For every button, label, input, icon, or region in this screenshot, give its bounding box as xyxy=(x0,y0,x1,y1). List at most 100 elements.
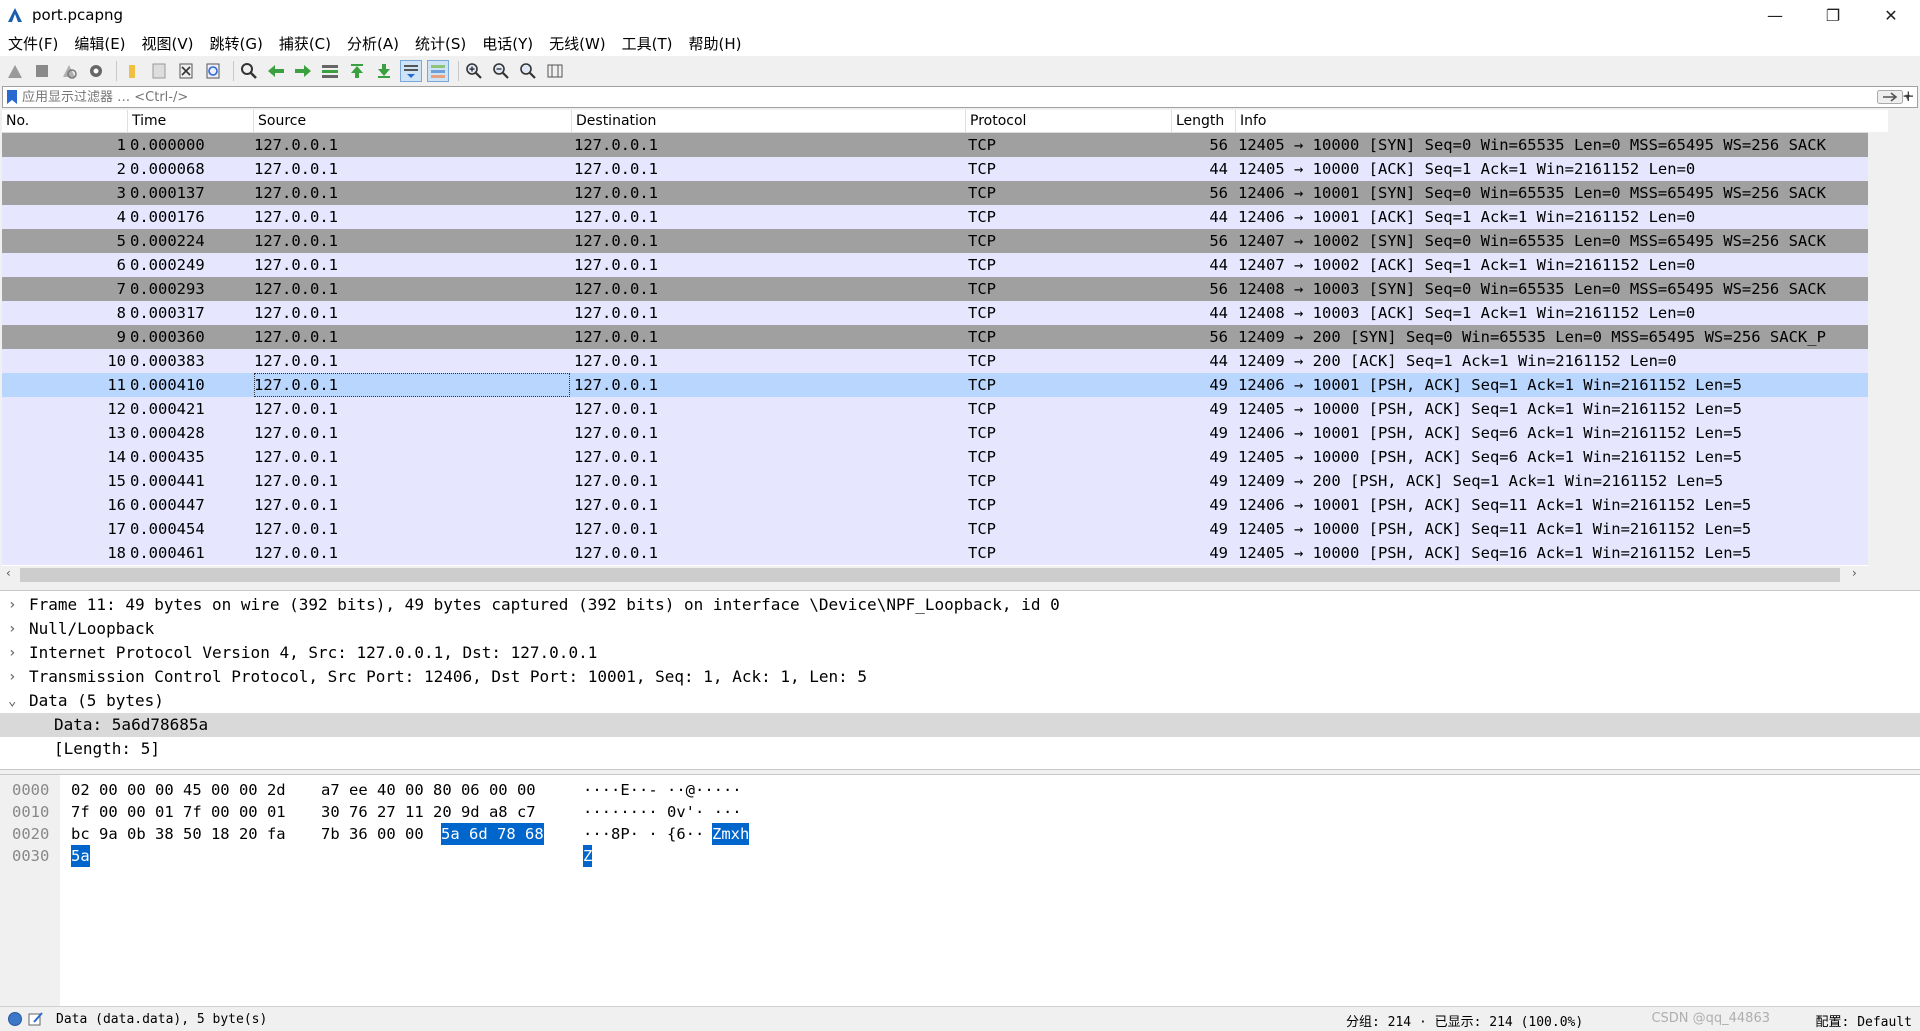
close-file-icon[interactable] xyxy=(175,60,197,82)
vertical-scrollbar-thumb[interactable] xyxy=(1870,134,1886,564)
packet-row[interactable]: 1 0.000000 127.0.0.1 127.0.0.1 TCP 56 12405 → … xyxy=(2,133,1868,157)
packet-row[interactable]: 7 0.000293 127.0.0.1 127.0.0.1 TCP 56 12408 → … xyxy=(2,277,1868,301)
menu-help[interactable]: 帮助(H) xyxy=(681,33,750,54)
ascii-text[interactable]: ········ 0v'· ··· xyxy=(583,801,742,823)
packet-protocol: TCP xyxy=(968,256,996,274)
column-header-protocol[interactable]: Protocol xyxy=(966,110,1172,132)
packet-list-horizontal-scrollbar[interactable]: ‹ › xyxy=(0,566,1888,584)
colorize-icon[interactable] xyxy=(427,60,449,82)
packet-row[interactable]: 18 0.000461 127.0.0.1 127.0.0.1 TCP 49 12405 →… xyxy=(2,541,1868,565)
expand-arrow-icon[interactable]: › xyxy=(8,665,22,689)
packet-row[interactable]: 14 0.000435 127.0.0.1 127.0.0.1 TCP 49 12405 →… xyxy=(2,445,1868,469)
apply-filter-arrow-icon[interactable] xyxy=(1877,90,1903,104)
hex-group-1[interactable]: bc 9a 0b 38 50 18 20 fa xyxy=(71,823,286,845)
hex-highlighted-bytes[interactable]: 5a xyxy=(71,845,90,867)
packet-row[interactable]: 12 0.000421 127.0.0.1 127.0.0.1 TCP 49 12405 →… xyxy=(2,397,1868,421)
hex-highlighted-bytes[interactable]: 5a 6d 78 68 xyxy=(441,823,544,845)
menu-statistics[interactable]: 统计(S) xyxy=(407,33,474,54)
packet-row[interactable]: 16 0.000447 127.0.0.1 127.0.0.1 TCP 49 12406 →… xyxy=(2,493,1868,517)
menu-wireless[interactable]: 无线(W) xyxy=(541,33,614,54)
restore-button[interactable]: ❐ xyxy=(1804,0,1862,30)
collapse-arrow-icon[interactable]: ⌄ xyxy=(8,689,22,713)
last-packet-icon[interactable] xyxy=(373,60,395,82)
packet-row[interactable]: 17 0.000454 127.0.0.1 127.0.0.1 TCP 49 12405 →… xyxy=(2,517,1868,541)
minimize-button[interactable]: — xyxy=(1746,0,1804,30)
find-packet-icon[interactable] xyxy=(238,60,260,82)
menu-edit[interactable]: 编辑(E) xyxy=(66,33,133,54)
hex-group-1[interactable]: 02 00 00 00 45 00 00 2d xyxy=(71,779,286,801)
column-header-time[interactable]: Time xyxy=(128,110,254,132)
save-file-icon[interactable] xyxy=(148,60,170,82)
scroll-right-icon[interactable]: › xyxy=(1852,566,1857,580)
packet-minimap[interactable] xyxy=(1868,110,1888,132)
first-packet-icon[interactable] xyxy=(346,60,368,82)
close-button[interactable]: ✕ xyxy=(1862,0,1920,30)
zoom-out-icon[interactable] xyxy=(490,60,512,82)
packet-list-vertical-scrollbar[interactable] xyxy=(1868,110,1888,566)
detail-tree-item[interactable]: › Internet Protocol Version 4, Src: 127.0… xyxy=(0,641,1920,665)
packet-row[interactable]: 5 0.000224 127.0.0.1 127.0.0.1 TCP 56 12407 → … xyxy=(2,229,1868,253)
packet-row[interactable]: 4 0.000176 127.0.0.1 127.0.0.1 TCP 44 12406 → … xyxy=(2,205,1868,229)
scroll-left-icon[interactable]: ‹ xyxy=(6,566,11,580)
zoom-in-icon[interactable] xyxy=(463,60,485,82)
ascii-text[interactable]: ···8P· · {6·· xyxy=(583,823,704,845)
packet-bytes-pane: 0000 02 00 00 00 45 00 00 2d a7 ee 40 00 8… xyxy=(0,774,1920,1007)
hex-group-2[interactable]: a7 ee 40 00 80 06 00 00 xyxy=(321,779,536,801)
expand-arrow-icon[interactable]: › xyxy=(8,617,22,641)
open-file-icon[interactable] xyxy=(121,60,143,82)
zoom-normal-icon[interactable] xyxy=(517,60,539,82)
add-filter-button[interactable]: + xyxy=(1902,87,1915,105)
detail-tree-item[interactable]: › Null/Loopback xyxy=(0,617,1920,641)
hex-group-2[interactable]: 30 76 27 11 20 9d a8 c7 xyxy=(321,801,536,823)
packet-row[interactable]: 3 0.000137 127.0.0.1 127.0.0.1 TCP 56 12406 → … xyxy=(2,181,1868,205)
hex-group-1[interactable]: 7f 00 00 01 7f 00 00 01 xyxy=(71,801,286,823)
column-header-no[interactable]: No. xyxy=(2,110,128,132)
expand-arrow-icon[interactable]: › xyxy=(8,641,22,665)
packet-row[interactable]: 15 0.000441 127.0.0.1 127.0.0.1 TCP 49 12409 →… xyxy=(2,469,1868,493)
expert-info-icon[interactable] xyxy=(8,1012,22,1026)
detail-tree-item[interactable]: › Transmission Control Protocol, Src Port… xyxy=(0,665,1920,689)
column-header-source[interactable]: Source xyxy=(254,110,572,132)
menu-file[interactable]: 文件(F) xyxy=(0,33,66,54)
detail-tree-item[interactable]: ⌄ Data (5 bytes) xyxy=(0,689,1920,713)
reload-file-icon[interactable] xyxy=(202,60,224,82)
bookmark-icon[interactable] xyxy=(6,89,18,105)
packet-row[interactable]: 11 0.000410 127.0.0.1 127.0.0.1 TCP 49 12406 →… xyxy=(2,373,1868,397)
capture-comment-icon[interactable] xyxy=(28,1011,44,1027)
profile-status[interactable]: 配置: Default xyxy=(1816,1011,1912,1030)
resize-columns-icon[interactable] xyxy=(544,60,566,82)
menu-capture[interactable]: 捕获(C) xyxy=(271,33,339,54)
autoscroll-icon[interactable] xyxy=(400,60,422,82)
packet-row[interactable]: 13 0.000428 127.0.0.1 127.0.0.1 TCP 49 12406 →… xyxy=(2,421,1868,445)
packet-row[interactable]: 9 0.000360 127.0.0.1 127.0.0.1 TCP 56 12409 → … xyxy=(2,325,1868,349)
packet-row[interactable]: 10 0.000383 127.0.0.1 127.0.0.1 TCP 44 12409 →… xyxy=(2,349,1868,373)
detail-tree-item[interactable]: Data: 5a6d78685a xyxy=(0,713,1920,737)
expand-arrow-icon[interactable]: › xyxy=(8,593,22,617)
menu-telephony[interactable]: 电话(Y) xyxy=(474,33,541,54)
restart-capture-icon[interactable] xyxy=(58,60,80,82)
column-header-destination[interactable]: Destination xyxy=(572,110,966,132)
packet-row[interactable]: 2 0.000068 127.0.0.1 127.0.0.1 TCP 44 12405 → … xyxy=(2,157,1868,181)
go-forward-icon[interactable] xyxy=(292,60,314,82)
packet-row[interactable]: 6 0.000249 127.0.0.1 127.0.0.1 TCP 44 12407 → … xyxy=(2,253,1868,277)
shark-fin-start-icon[interactable] xyxy=(4,60,26,82)
detail-tree-item[interactable]: [Length: 5] xyxy=(0,737,1920,761)
menu-go[interactable]: 跳转(G) xyxy=(202,33,271,54)
detail-tree-item[interactable]: › Frame 11: 49 bytes on wire (392 bits), … xyxy=(0,593,1920,617)
stop-capture-icon[interactable] xyxy=(31,60,53,82)
capture-options-icon[interactable] xyxy=(85,60,107,82)
column-header-info[interactable]: Info xyxy=(1236,110,1868,132)
ascii-highlighted-text[interactable]: Z xyxy=(583,845,593,867)
go-to-packet-icon[interactable] xyxy=(319,60,341,82)
hex-group-2[interactable]: 7b 36 00 00 xyxy=(321,823,424,845)
column-header-length[interactable]: Length xyxy=(1172,110,1236,132)
horizontal-scrollbar-thumb[interactable] xyxy=(20,568,1840,582)
menu-view[interactable]: 视图(V) xyxy=(134,33,202,54)
ascii-highlighted-text[interactable]: Zmxh xyxy=(712,823,750,845)
display-filter-input[interactable] xyxy=(22,89,1877,105)
menu-analyze[interactable]: 分析(A) xyxy=(339,33,407,54)
menu-tools[interactable]: 工具(T) xyxy=(614,33,681,54)
go-back-icon[interactable] xyxy=(265,60,287,82)
ascii-text[interactable]: ····E··- ··@····· xyxy=(583,779,742,801)
packet-row[interactable]: 8 0.000317 127.0.0.1 127.0.0.1 TCP 44 12408 → … xyxy=(2,301,1868,325)
